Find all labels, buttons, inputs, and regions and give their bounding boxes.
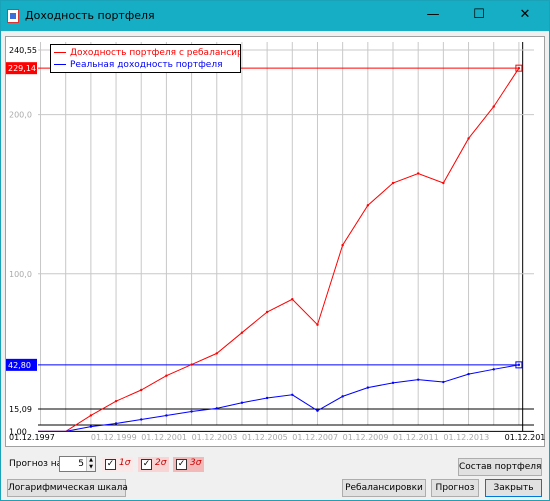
x-tick-label: 01.12.1999	[91, 433, 137, 442]
data-point	[492, 368, 495, 371]
data-point	[215, 407, 218, 410]
data-point	[140, 418, 143, 421]
check-icon[interactable]: ✓	[176, 459, 187, 470]
data-point	[316, 409, 319, 412]
data-point	[240, 331, 244, 334]
data-point	[165, 374, 168, 377]
data-point	[416, 172, 420, 175]
data-point	[291, 298, 294, 301]
sigma1-label: 1σ	[119, 458, 131, 468]
forecast-button[interactable]: Прогноз	[431, 479, 479, 497]
data-point	[190, 410, 193, 413]
data-point	[114, 422, 118, 425]
data-point	[240, 401, 244, 404]
x-tick-label: 01.12.1997	[9, 433, 55, 442]
data-point	[467, 372, 470, 376]
close-window-button[interactable]: ✕	[502, 1, 548, 31]
legend-item-rebalanced: Доходность портфеля с ребалансировкой	[54, 47, 240, 59]
data-point	[291, 393, 294, 396]
x-tick-label: 01.12.2009	[343, 433, 389, 442]
data-point	[190, 363, 193, 366]
title-bar: Доходность портфеля — ☐ ✕	[1, 1, 549, 31]
check-icon[interactable]: ✓	[141, 459, 152, 470]
x-tick-label: 01.12.2016	[505, 433, 546, 442]
forecast-label: Прогноз на:	[9, 459, 66, 469]
legend-item-real: Реальная доходность портфеля	[54, 59, 240, 71]
x-tick-label: 01.12.2013	[443, 433, 489, 442]
legend-label-real: Реальная доходность портфеля	[70, 60, 223, 70]
data-point	[316, 323, 319, 326]
data-point	[391, 381, 395, 385]
data-point	[89, 414, 93, 417]
data-point	[89, 425, 93, 428]
y-tick-label: 15,09	[9, 405, 32, 414]
legend-label-rebalanced: Доходность портфеля с ребалансировкой	[70, 48, 240, 58]
data-point	[265, 396, 269, 400]
spinner-down-icon[interactable]: ▼	[87, 464, 95, 471]
spinner-arrows[interactable]: ▲ ▼	[86, 457, 95, 471]
legend-swatch-blue	[54, 64, 66, 65]
forecast-years-spinner[interactable]: 5 ▲ ▼	[59, 456, 96, 472]
sigma3-checkbox[interactable]: ✓ 3σ	[173, 457, 204, 472]
sigma2-checkbox[interactable]: ✓ 2σ	[138, 457, 169, 472]
data-point	[517, 363, 521, 367]
check-icon[interactable]: ✓	[105, 459, 116, 470]
data-point	[366, 204, 370, 207]
x-tick-label: 01.12.2003	[192, 433, 238, 442]
minimize-button[interactable]: —	[410, 1, 456, 31]
window-title: Доходность портфеля	[25, 9, 155, 22]
sigma3-label: 3σ	[190, 458, 202, 468]
x-tick-label: 01.12.2011	[393, 433, 439, 442]
sigma1-checkbox[interactable]: ✓ 1σ	[102, 457, 133, 472]
chart-panel: 240,55 200,0 100,0 15,09 1,00 01.12.1997 01.12…	[5, 36, 546, 447]
data-point	[165, 414, 168, 417]
maximize-button[interactable]: ☐	[456, 1, 502, 31]
data-point	[442, 380, 445, 384]
end-value-label: 42,80	[8, 361, 31, 370]
forecast-years-value[interactable]: 5	[78, 459, 84, 469]
data-point	[391, 181, 395, 185]
data-point	[215, 352, 218, 355]
y-tick-label: 200,0	[9, 111, 32, 120]
y-tick-label: 100,0	[9, 270, 32, 279]
data-point	[442, 181, 445, 185]
data-point	[341, 243, 344, 247]
data-point	[517, 66, 521, 70]
chart-legend: Доходность портфеля с ребалансировкой Ре…	[50, 44, 241, 73]
spinner-up-icon[interactable]: ▲	[87, 457, 95, 464]
portfolio-window: Доходность портфеля — ☐ ✕ 240,55 200,0 100…	[0, 0, 550, 501]
x-tick-label: 01.12.2001	[141, 433, 187, 442]
controls-panel: Прогноз на: 5 ▲ ▼ ✓ 1σ ✓ 2σ ✓ 3σ Состав …	[5, 453, 545, 499]
rebalancing-button[interactable]: Ребалансировки	[342, 479, 426, 497]
data-point	[341, 395, 344, 398]
legend-swatch-red	[54, 52, 66, 53]
java-app-icon	[7, 9, 19, 23]
sigma2-label: 2σ	[155, 458, 167, 468]
portfolio-composition-button[interactable]: Состав портфеля	[458, 458, 542, 476]
data-point	[265, 310, 269, 314]
y-tick-label: 240,55	[9, 46, 37, 55]
data-point	[366, 386, 370, 389]
data-point	[492, 105, 495, 108]
series-line-real	[38, 364, 519, 432]
data-point	[467, 137, 470, 140]
x-tick-label: 01.12.2007	[292, 433, 338, 442]
returns-chart: 240,55200,0100,015,091,0001.12.1997 01.12…	[6, 42, 546, 442]
data-point	[416, 378, 420, 381]
close-button[interactable]: Закрыть	[485, 479, 542, 497]
series-line-rebalanced	[38, 67, 520, 432]
data-point	[114, 399, 118, 403]
data-point	[140, 388, 143, 392]
x-tick-label: 01.12.2005	[242, 433, 288, 442]
log-scale-button[interactable]: Логарифмическая шкала	[7, 479, 128, 497]
end-value-label: 229,14	[8, 64, 36, 73]
